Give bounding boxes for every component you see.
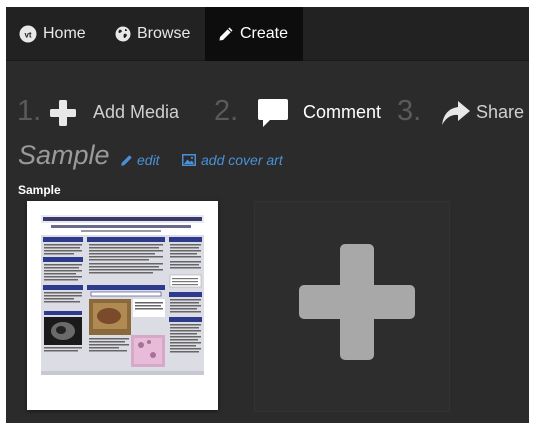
svg-text:vt: vt bbox=[24, 31, 31, 40]
add-cover-art-label: add cover art bbox=[201, 152, 283, 168]
nav-create-label: Create bbox=[240, 25, 289, 42]
nav-browse[interactable]: Browse bbox=[115, 7, 190, 61]
step-3-number: 3. bbox=[397, 95, 422, 127]
media-item-card[interactable] bbox=[27, 201, 218, 410]
step-share[interactable]: Share bbox=[476, 102, 524, 123]
add-media-box[interactable] bbox=[254, 201, 450, 412]
speech-bubble-icon bbox=[258, 99, 288, 132]
step-add-media[interactable]: Add Media bbox=[93, 102, 179, 123]
app-window: vt Home Browse Create 1. Add Media 2. Co… bbox=[6, 7, 529, 423]
nav-create[interactable]: Create bbox=[205, 7, 303, 61]
image-icon bbox=[182, 154, 196, 166]
edit-link[interactable]: edit bbox=[120, 152, 160, 168]
pencil-icon bbox=[120, 154, 133, 167]
step-1-number: 1. bbox=[17, 95, 42, 127]
add-cover-art-link[interactable]: add cover art bbox=[182, 152, 283, 168]
step-bar: 1. Add Media 2. Comment 3. Share bbox=[6, 85, 529, 135]
step-2-number: 2. bbox=[214, 95, 239, 127]
nav-home[interactable]: vt Home bbox=[19, 7, 86, 61]
globe-icon bbox=[115, 26, 131, 42]
step-comment[interactable]: Comment bbox=[303, 102, 381, 123]
poster-thumbnail bbox=[41, 215, 204, 375]
media-item-label: Sample bbox=[18, 183, 61, 197]
collection-title: Sample bbox=[18, 140, 110, 170]
top-navbar: vt Home Browse Create bbox=[6, 7, 529, 61]
nav-home-label: Home bbox=[43, 25, 86, 42]
share-arrow-icon bbox=[442, 101, 470, 130]
pencil-icon bbox=[218, 26, 234, 42]
large-plus-icon bbox=[299, 244, 415, 365]
edit-label: edit bbox=[137, 152, 160, 168]
vt-logo-icon: vt bbox=[19, 25, 37, 43]
plus-icon bbox=[50, 100, 76, 131]
nav-browse-label: Browse bbox=[137, 25, 191, 42]
